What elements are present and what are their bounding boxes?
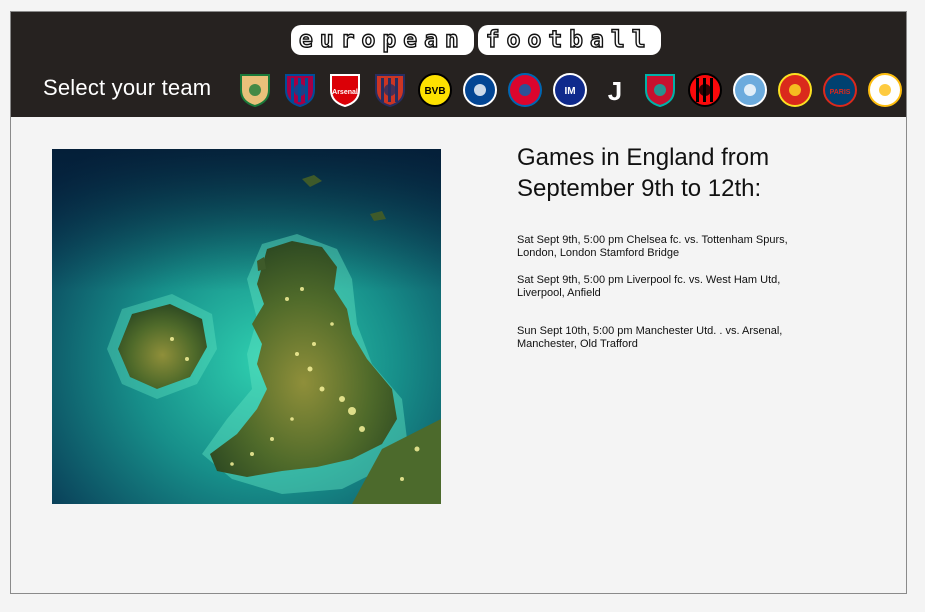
svg-text:IM: IM xyxy=(564,86,575,97)
uk-map-icon xyxy=(52,149,441,504)
select-team-label: Select your team xyxy=(43,75,212,100)
team-crest-icon xyxy=(508,73,542,107)
game-item: Sun Sept 10th, 5:00 pm Manchester Utd. .… xyxy=(517,325,847,351)
team-crest-icon: BVB xyxy=(418,73,452,107)
uk-satellite-map-image xyxy=(52,149,441,504)
page-frame: european football Select your team Arsen… xyxy=(10,11,907,594)
team-arsenal-button[interactable]: Arsenal xyxy=(325,70,365,110)
team-barcelona-button[interactable] xyxy=(280,70,320,110)
games-heading: Games in England from September 9th to 1… xyxy=(517,142,847,204)
team-liverpool-button[interactable] xyxy=(640,70,680,110)
game-item: Sat Sept 9th, 5:00 pm Liverpool fc. vs. … xyxy=(517,274,847,300)
team-paris-saint-germain-button[interactable]: PARIS xyxy=(820,70,860,110)
game-text-line2: Liverpool, Anfield xyxy=(517,287,601,299)
team-manchester-united-button[interactable] xyxy=(775,70,815,110)
game-text-line1: Sat Sept 9th, 5:00 pm Chelsea fc. vs. To… xyxy=(517,234,788,246)
logo-text-european: european xyxy=(298,26,466,53)
game-item: Sat Sept 9th, 5:00 pm Chelsea fc. vs. To… xyxy=(517,234,847,260)
team-real-madrid-button[interactable] xyxy=(865,70,905,110)
team-borussia-dortmund-button[interactable]: BVB xyxy=(415,70,455,110)
logo-word-football: football xyxy=(477,25,661,55)
games-heading-line1: Games in England from xyxy=(517,144,770,171)
team-manchester-city-button[interactable] xyxy=(730,70,770,110)
team-crest-icon xyxy=(285,74,315,108)
games-heading-line2: September 9th to 12th: xyxy=(517,175,762,202)
team-selector: Arsenal BVB IM J PARIS xyxy=(235,70,905,110)
team-juventus-button[interactable]: J xyxy=(595,70,635,110)
game-text-line1: Sun Sept 10th, 5:00 pm Manchester Utd. .… xyxy=(517,325,783,337)
team-crest-icon: Arsenal xyxy=(330,74,360,108)
logo-text-football: football xyxy=(485,26,653,53)
svg-text:Arsenal: Arsenal xyxy=(332,89,358,96)
svg-text:J: J xyxy=(608,76,622,106)
header: european football Select your team Arsen… xyxy=(11,12,906,117)
team-atletico-madrid-button[interactable] xyxy=(370,70,410,110)
team-crest-icon xyxy=(868,73,902,107)
team-inter-button[interactable]: IM xyxy=(550,70,590,110)
team-crest-icon xyxy=(645,74,675,108)
team-crest-icon xyxy=(778,73,812,107)
team-elche-button[interactable] xyxy=(235,70,275,110)
game-text-line1: Sat Sept 9th, 5:00 pm Liverpool fc. vs. … xyxy=(517,274,781,286)
team-crest-icon xyxy=(375,74,405,108)
team-chelsea-button[interactable] xyxy=(460,70,500,110)
team-crest-icon xyxy=(240,74,270,108)
games-panel: Games in England from September 9th to 1… xyxy=(517,142,847,351)
team-crest-icon xyxy=(733,73,767,107)
svg-text:PARIS: PARIS xyxy=(830,89,851,96)
game-text-line2: London, London Stamford Bridge xyxy=(517,247,680,259)
team-bayern-munchen-button[interactable] xyxy=(505,70,545,110)
team-crest-icon xyxy=(463,73,497,107)
team-crest-icon: PARIS xyxy=(823,73,857,107)
svg-text:BVB: BVB xyxy=(424,86,445,97)
site-logo[interactable]: european football xyxy=(291,25,661,55)
team-crest-icon xyxy=(688,73,722,107)
team-crest-icon: IM xyxy=(553,73,587,107)
game-text-line2: Manchester, Old Trafford xyxy=(517,338,638,350)
logo-word-european: european xyxy=(291,25,474,55)
team-crest-icon: J xyxy=(608,76,622,106)
team-ac-milan-button[interactable] xyxy=(685,70,725,110)
